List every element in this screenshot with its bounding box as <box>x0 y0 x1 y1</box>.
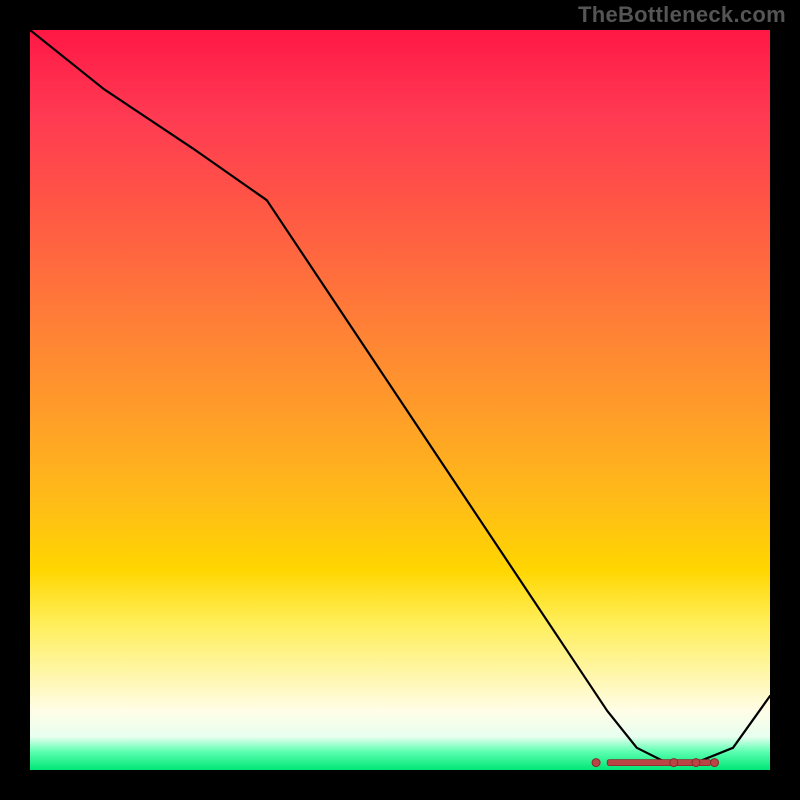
bottleneck-curve <box>30 30 770 763</box>
watermark-text: TheBottleneck.com <box>578 2 786 28</box>
chart-frame: TheBottleneck.com <box>0 0 800 800</box>
chart-overlay <box>30 30 770 770</box>
optimal-region-markers <box>592 759 718 767</box>
plot-area <box>30 30 770 770</box>
